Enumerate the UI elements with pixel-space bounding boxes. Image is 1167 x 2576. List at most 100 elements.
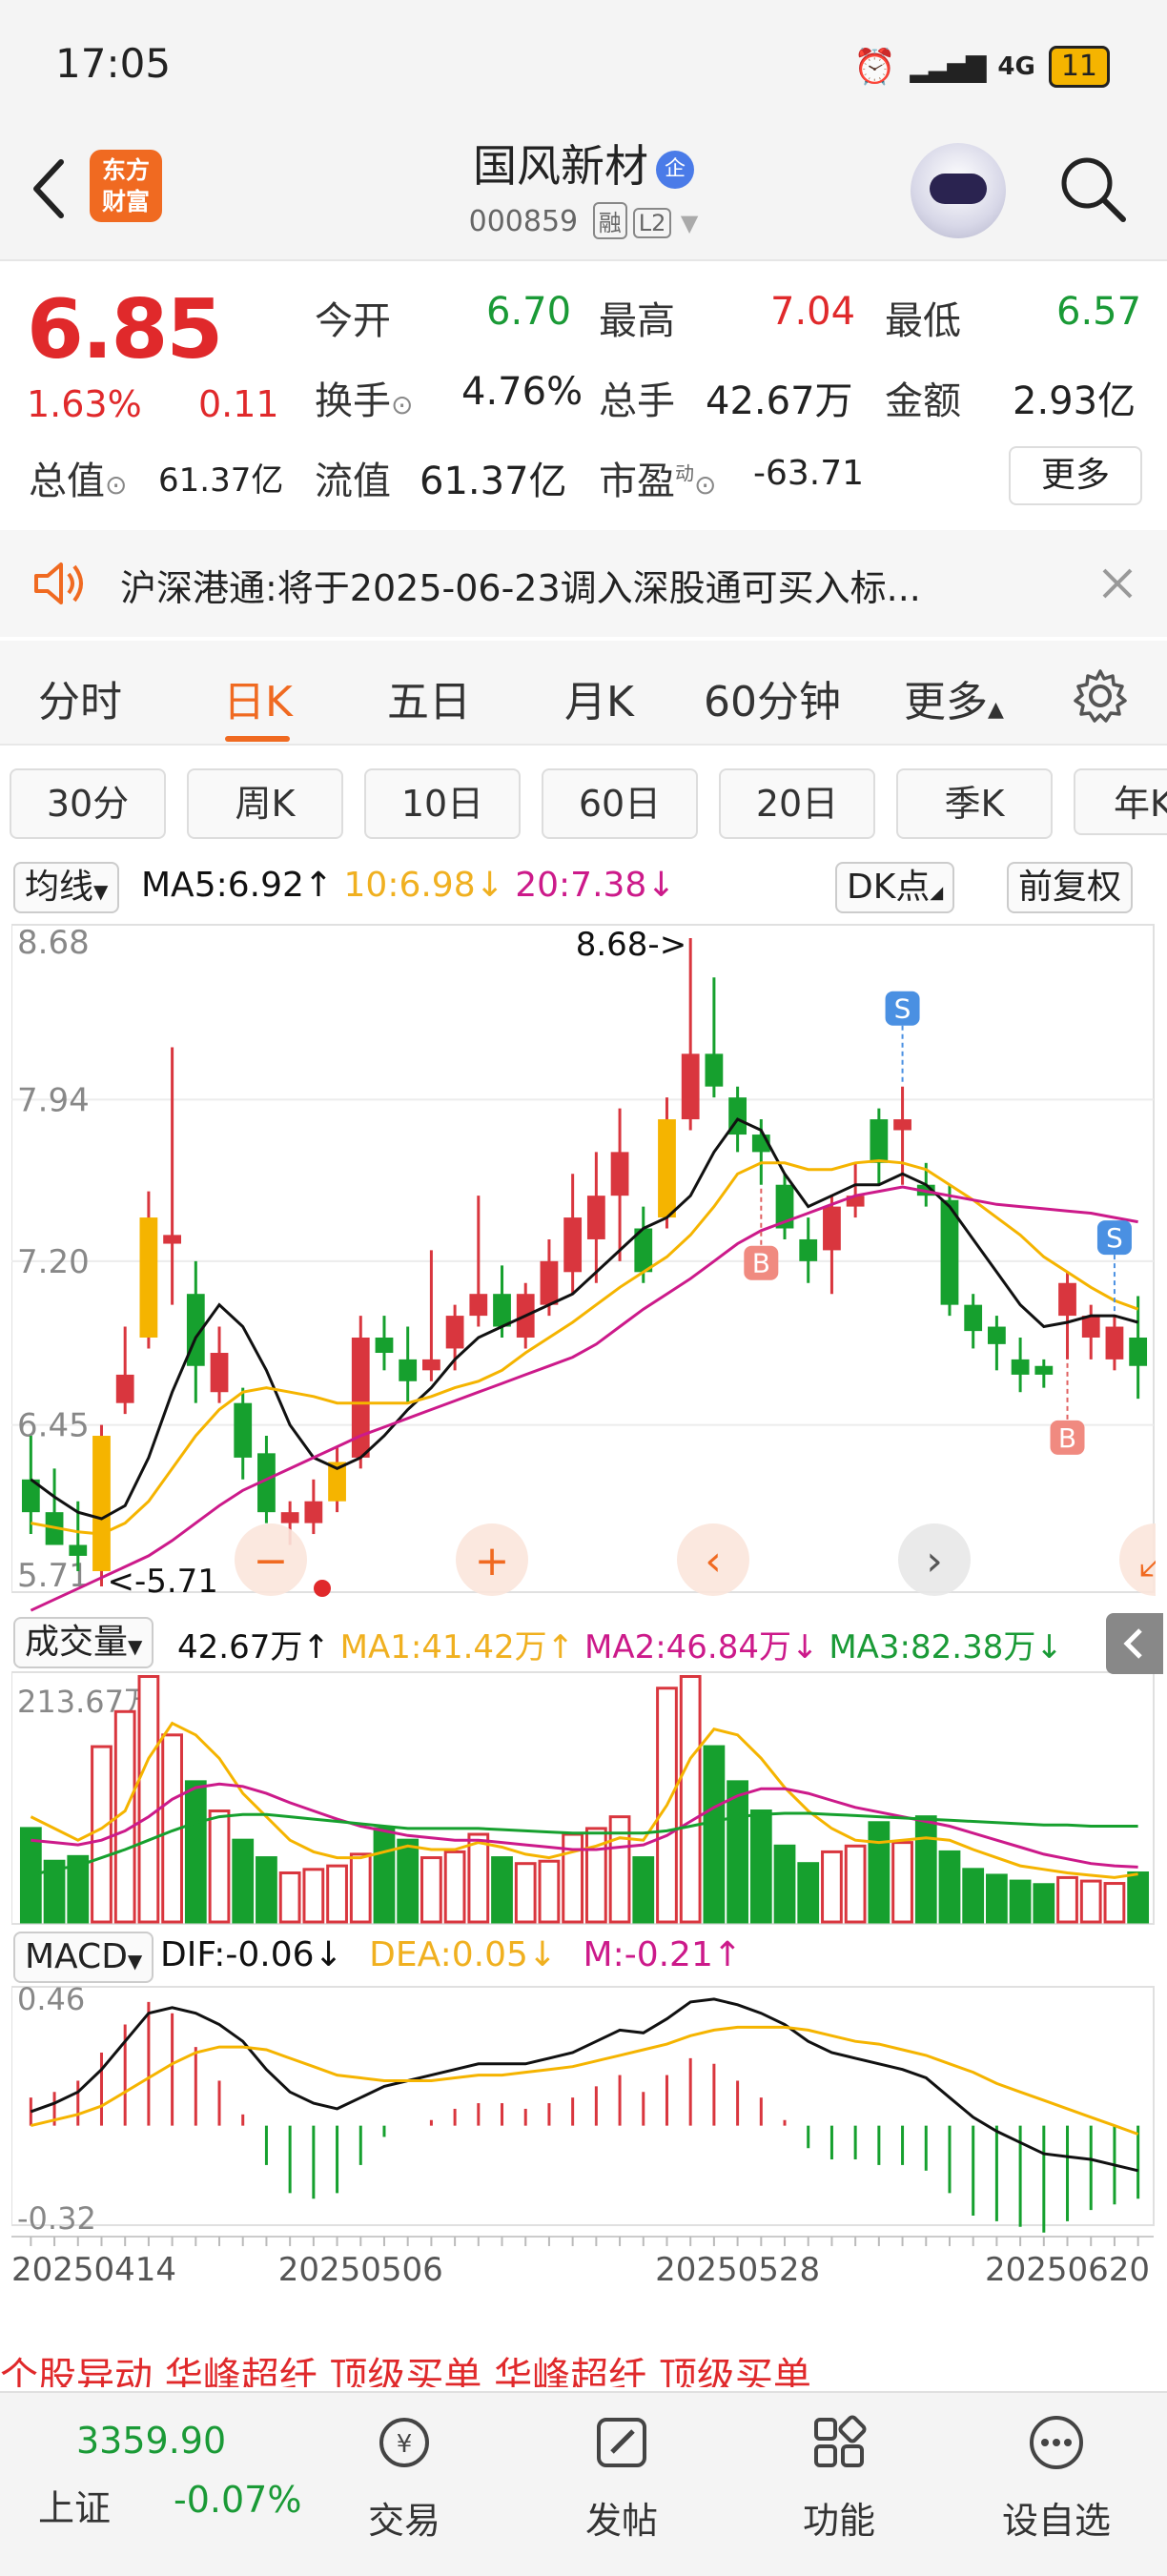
nav-add-watchlist[interactable]: 设自选 bbox=[980, 2412, 1133, 2544]
news-ticker[interactable]: 个股异动 华峰超纤 顶级买单 华峰超纤 顶级买单 bbox=[0, 2345, 1167, 2387]
subtab-60day[interactable]: 60日 bbox=[542, 768, 698, 839]
nav-post[interactable]: 发帖 bbox=[545, 2412, 698, 2544]
candle-body bbox=[823, 1206, 841, 1251]
status-icons: ⏰ ▂▃▅▇ 4G 11 bbox=[853, 46, 1110, 88]
subtab-30min[interactable]: 30分 bbox=[10, 768, 166, 839]
macd-selector[interactable]: MACD▼ bbox=[13, 1932, 154, 1983]
active-tab-indicator bbox=[225, 736, 290, 742]
candle-body bbox=[399, 1359, 418, 1381]
volume-bar bbox=[538, 1859, 561, 1924]
volume-bar bbox=[91, 1745, 113, 1924]
candle-body bbox=[988, 1326, 1006, 1344]
volume-bar bbox=[1127, 1871, 1150, 1924]
candle-body bbox=[799, 1238, 818, 1261]
collapse-side-button[interactable] bbox=[1106, 1613, 1163, 1674]
scroll-right-button-glyph: › bbox=[926, 1537, 943, 1585]
subtab-10day[interactable]: 10日 bbox=[364, 768, 521, 839]
volume-bar bbox=[632, 1856, 655, 1924]
tab-60min[interactable]: 60分钟 bbox=[704, 667, 841, 728]
candle-body bbox=[304, 1501, 323, 1523]
volume-bar bbox=[703, 1745, 726, 1924]
candle-body bbox=[1058, 1282, 1076, 1317]
mktcap-value: 61.37亿 bbox=[158, 461, 284, 500]
candle-body bbox=[469, 1294, 488, 1317]
subtab-weekly[interactable]: 周K bbox=[187, 768, 343, 839]
turnover-value: 4.76% bbox=[461, 370, 584, 414]
tab-intraday[interactable]: 分时 bbox=[38, 667, 122, 728]
tab-five-day[interactable]: 五日 bbox=[387, 667, 471, 728]
ma-selector[interactable]: 均线▼ bbox=[13, 862, 120, 913]
volume-bar bbox=[278, 1871, 301, 1924]
dropdown-triangle-icon: ▼ bbox=[680, 210, 699, 236]
subtab-quarterly[interactable]: 季K bbox=[896, 768, 1053, 839]
price-tick-label: 6.45 bbox=[17, 1407, 90, 1445]
volume-bar bbox=[914, 1815, 937, 1924]
vma2-value: MA2:46.84万 bbox=[584, 1628, 791, 1666]
tab-daily-k[interactable]: 日K bbox=[223, 667, 293, 728]
volume-value: 42.67万 bbox=[706, 379, 853, 423]
candle-body bbox=[658, 1119, 676, 1218]
sell-signal-label: S bbox=[894, 993, 911, 1025]
tab-monthly-k[interactable]: 月K bbox=[564, 667, 634, 728]
macd-panel-frame bbox=[11, 1986, 1155, 2226]
low-label: 最低 bbox=[885, 299, 961, 343]
float-value: 61.37亿 bbox=[420, 460, 567, 503]
float-label: 流值 bbox=[315, 460, 391, 503]
volume-bar bbox=[1079, 1879, 1102, 1924]
mktcap-label: 总值⊙ bbox=[29, 460, 128, 503]
volume-bar bbox=[397, 1838, 420, 1924]
candle-body bbox=[1034, 1365, 1054, 1375]
macd-legend: DIF:-0.06↓ DEA:0.05↓ M:-0.21↑ bbox=[160, 1935, 743, 1974]
index-change: -0.07% bbox=[174, 2479, 302, 2521]
date-label: 20250620 bbox=[985, 2251, 1150, 2289]
l2-tag: L2 bbox=[632, 208, 672, 238]
more-button[interactable]: 更多 bbox=[1009, 446, 1142, 505]
volume-bar bbox=[256, 1856, 277, 1924]
subtab-yearly[interactable]: 年K bbox=[1074, 768, 1167, 835]
dif-value: DIF:-0.06 bbox=[160, 1935, 315, 1974]
index-value[interactable]: 3359.90 bbox=[76, 2420, 226, 2462]
volume-bar bbox=[232, 1838, 255, 1924]
ma-legend: MA5:6.92↑ 10:6.98↓ 20:7.38↓ bbox=[141, 866, 676, 905]
price-tick-label: 7.94 bbox=[17, 1081, 90, 1119]
candle-body bbox=[280, 1512, 299, 1523]
index-name[interactable]: 上证 bbox=[38, 2479, 111, 2531]
volume-bar bbox=[962, 1868, 985, 1924]
nav-functions[interactable]: 功能 bbox=[763, 2412, 915, 2544]
news-text: 个股异动 华峰超纤 顶级买单 华峰超纤 顶级买单 bbox=[0, 2355, 811, 2387]
enterprise-badge: 企 bbox=[656, 150, 694, 189]
candle-body bbox=[563, 1217, 583, 1273]
date-label: 20250528 bbox=[655, 2251, 820, 2289]
tab-more[interactable]: 更多▲ bbox=[904, 667, 1004, 728]
volume-selector[interactable]: 成交量▼ bbox=[13, 1617, 154, 1668]
max-price-annotation: 8.68-> bbox=[576, 926, 686, 964]
price-tick-label: 7.20 bbox=[17, 1243, 90, 1281]
macd-m-value: M:-0.21 bbox=[583, 1935, 713, 1974]
ma10-value: 10:6.98 bbox=[343, 866, 476, 905]
dk-point-selector[interactable]: DK点◢ bbox=[835, 862, 955, 913]
candle-body bbox=[139, 1217, 158, 1338]
nav-trade[interactable]: ¥ 交易 bbox=[328, 2412, 481, 2544]
volume-bar bbox=[302, 1868, 325, 1924]
volume-bar bbox=[749, 1809, 772, 1924]
date-label: 20250414 bbox=[11, 2251, 176, 2289]
network-label: 4G bbox=[997, 52, 1035, 81]
svg-text:¥: ¥ bbox=[397, 2430, 413, 2459]
vma1-value: MA1:41.42万 bbox=[339, 1628, 547, 1666]
volume-bar bbox=[891, 1841, 913, 1924]
current-price: 6.85 bbox=[27, 282, 223, 378]
macd-axis-label: -0.32 bbox=[17, 2200, 96, 2237]
volume-value: 42.67万 bbox=[177, 1628, 303, 1666]
volume-bar bbox=[349, 1852, 372, 1924]
volume-bar bbox=[1009, 1879, 1032, 1924]
volume-bar bbox=[420, 1856, 442, 1924]
close-icon[interactable] bbox=[1100, 566, 1135, 601]
volume-bar bbox=[1033, 1883, 1055, 1924]
subtab-20day[interactable]: 20日 bbox=[719, 768, 875, 839]
gear-icon[interactable] bbox=[1072, 667, 1129, 725]
adjust-selector[interactable]: 前复权 bbox=[1007, 862, 1134, 913]
search-icon[interactable] bbox=[1056, 153, 1129, 225]
current-marker-dot bbox=[314, 1580, 331, 1597]
volume-bar bbox=[773, 1844, 796, 1924]
info-icon: ⊙ bbox=[694, 469, 717, 501]
